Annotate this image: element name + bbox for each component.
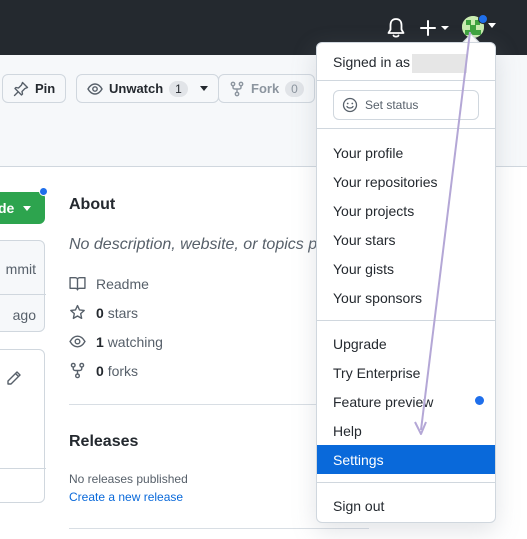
book-icon: [69, 276, 86, 291]
divider: [69, 404, 329, 405]
readme-label: Readme: [96, 275, 149, 292]
readme-panel: [0, 349, 46, 503]
set-status-button[interactable]: Set status: [333, 90, 479, 120]
watching-count: 1: [96, 333, 104, 350]
smiley-icon: [342, 97, 358, 113]
menu-your-repositories[interactable]: Your repositories: [317, 167, 495, 196]
menu-your-sponsors[interactable]: Your sponsors: [317, 283, 495, 312]
pencil-icon[interactable]: [6, 370, 22, 386]
fork-count-badge: 0: [285, 80, 304, 97]
menu-feature-preview[interactable]: Feature preview: [317, 387, 495, 416]
star-icon: [70, 304, 85, 320]
user-dropdown-menu: Signed in as Set status Your profile You…: [316, 42, 496, 523]
code-button-label: de: [0, 200, 15, 216]
menu-your-stars[interactable]: Your stars: [317, 225, 495, 254]
redacted-username: [412, 54, 468, 73]
menu-sign-out[interactable]: Sign out: [317, 491, 495, 520]
about-description: No description, website, or topics pro: [69, 236, 332, 253]
fork-button[interactable]: Fork 0: [218, 74, 315, 103]
create-release-link[interactable]: Create a new release: [69, 490, 183, 504]
notification-dot: [39, 187, 48, 196]
eye-icon: [69, 335, 86, 348]
pin-button[interactable]: Pin: [2, 74, 67, 103]
watching-label: watching: [107, 333, 163, 350]
caret-down-icon: [23, 205, 32, 211]
divider: [0, 294, 46, 295]
divider: [0, 468, 46, 469]
forks-label: forks: [107, 362, 139, 379]
set-status-label: Set status: [365, 98, 419, 112]
pin-label: Pin: [35, 81, 56, 96]
commit-text: mmit: [5, 261, 36, 277]
stars-link[interactable]: 0 stars: [69, 304, 138, 321]
watch-count-badge: 1: [169, 80, 188, 97]
menu-upgrade[interactable]: Upgrade: [317, 329, 495, 358]
divider: [317, 80, 495, 81]
unwatch-button[interactable]: Unwatch 1: [76, 74, 219, 103]
commit-panel: mmit ago: [0, 240, 46, 332]
notification-dot: [478, 14, 488, 24]
caret-down-icon: [488, 23, 496, 28]
stars-label: stars: [107, 304, 139, 321]
menu-try-enterprise[interactable]: Try Enterprise: [317, 358, 495, 387]
fork-icon: [230, 81, 244, 96]
unwatch-label: Unwatch: [109, 81, 164, 96]
stars-count: 0: [96, 304, 104, 321]
divider: [317, 482, 495, 483]
divider: [317, 320, 495, 321]
releases-heading: Releases: [69, 433, 139, 450]
fork-label: Fork: [251, 81, 280, 96]
no-releases-text: No releases published: [69, 472, 188, 486]
divider: [317, 128, 495, 129]
feature-preview-dot: [475, 396, 484, 405]
divider: [69, 528, 369, 529]
commit-time: ago: [12, 307, 36, 323]
signed-in-text: Signed in as: [333, 54, 468, 73]
menu-your-gists[interactable]: Your gists: [317, 254, 495, 283]
about-heading: About: [69, 196, 116, 213]
watching-link[interactable]: 1 watching: [69, 333, 163, 350]
signed-in-label: Signed in as: [333, 54, 411, 71]
pin-icon: [13, 81, 29, 96]
menu-your-projects[interactable]: Your projects: [317, 196, 495, 225]
bell-icon[interactable]: [386, 17, 406, 39]
menu-settings[interactable]: Settings: [317, 445, 495, 474]
caret-down-icon: [199, 86, 208, 91]
forks-count: 0: [96, 362, 104, 379]
code-button[interactable]: de: [0, 192, 45, 224]
plus-icon[interactable]: [420, 17, 452, 39]
forks-link[interactable]: 0 forks: [69, 362, 138, 379]
readme-link[interactable]: Readme: [69, 275, 149, 292]
menu-help[interactable]: Help: [317, 416, 495, 445]
eye-icon: [87, 82, 103, 95]
menu-your-profile[interactable]: Your profile: [317, 138, 495, 167]
fork-icon: [70, 362, 85, 379]
